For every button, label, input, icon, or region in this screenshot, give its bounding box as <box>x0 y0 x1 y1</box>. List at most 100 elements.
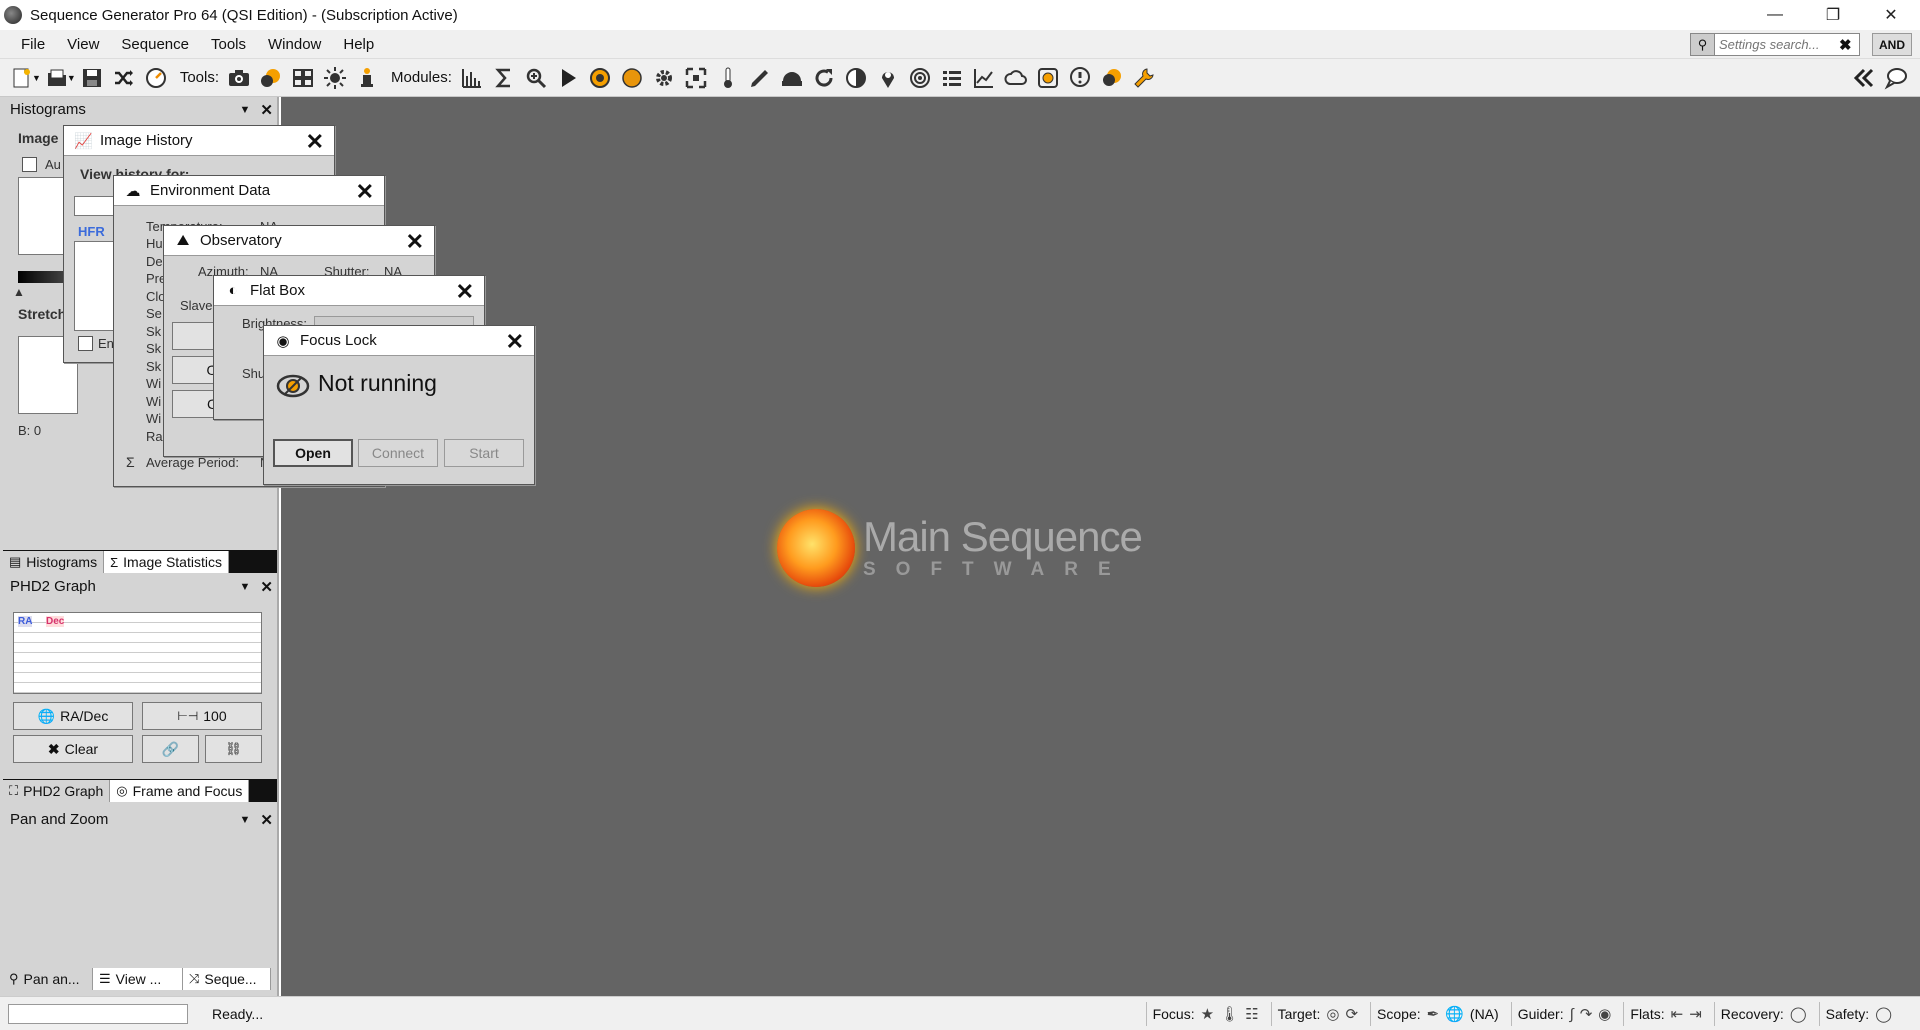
chart-icon[interactable] <box>968 62 1000 94</box>
open-button[interactable]: Open <box>273 439 353 467</box>
dropdown-arrow-icon-2[interactable]: ▼ <box>67 73 76 83</box>
star-icon[interactable]: ★ <box>1201 1005 1214 1023</box>
collapse-double-chevron-icon[interactable] <box>1848 62 1880 94</box>
focuser-icon[interactable]: ☷ <box>1245 1005 1258 1023</box>
lock-icon[interactable] <box>1032 62 1064 94</box>
telescope-icon[interactable]: ✒ <box>1427 1005 1440 1023</box>
eye-status-icon <box>276 374 310 398</box>
gauge-icon[interactable] <box>140 62 172 94</box>
sun-logo-icon <box>777 509 855 587</box>
camera-icon[interactable] <box>223 62 255 94</box>
panel-close-icon[interactable]: ✕ <box>260 578 273 596</box>
search-icon[interactable]: ⚲ <box>1691 34 1715 55</box>
recovery-indicator-icon[interactable]: ◯ <box>1790 1005 1807 1023</box>
phd2-panel-header: PHD2 Graph ▼ ✕ <box>3 575 277 598</box>
start-button[interactable]: Start <box>444 439 524 467</box>
save-icon[interactable] <box>76 62 108 94</box>
guider-status-label: Guider: <box>1517 1006 1564 1022</box>
refresh-icon[interactable] <box>808 62 840 94</box>
safety-indicator-icon[interactable]: ◯ <box>1875 1005 1892 1023</box>
globe-icon[interactable]: 🌐 <box>1445 1005 1464 1023</box>
panel-menu-chevron-icon[interactable]: ▼ <box>240 814 251 826</box>
shuffle-icon[interactable] <box>108 62 140 94</box>
magnify-icon[interactable] <box>520 62 552 94</box>
pin-icon[interactable] <box>872 62 904 94</box>
chat-bubble-icon[interactable] <box>1880 62 1912 94</box>
close-icon[interactable]: ✕ <box>506 329 524 355</box>
radec-button[interactable]: 🌐 RA/Dec <box>13 702 133 730</box>
thermometer-icon[interactable] <box>712 62 744 94</box>
scale-button[interactable]: ⊢⊣ 100 <box>142 702 262 730</box>
connect-button[interactable]: Connect <box>358 439 438 467</box>
settings-search-input[interactable] <box>1719 37 1837 52</box>
pen-icon[interactable] <box>744 62 776 94</box>
panel-close-icon[interactable]: ✕ <box>260 811 273 829</box>
guide-circle-icon[interactable]: ◉ <box>1598 1005 1611 1023</box>
and-toggle-button[interactable]: AND <box>1872 33 1912 56</box>
guide-snake-icon[interactable]: ∫ <box>1570 1006 1574 1023</box>
multi-star-icon[interactable] <box>255 62 287 94</box>
gear-icon[interactable] <box>648 62 680 94</box>
enable-checkbox[interactable] <box>78 336 93 351</box>
ball-icon[interactable] <box>1096 62 1128 94</box>
tab-phd2-graph[interactable]: ⛶ PHD2 Graph <box>3 780 111 802</box>
expand-icon[interactable] <box>680 62 712 94</box>
tab-frame-and-focus[interactable]: ◎ Frame and Focus <box>110 780 250 802</box>
tab-view[interactable]: ☰ View ... <box>93 968 183 990</box>
wrench-icon[interactable] <box>1128 62 1160 94</box>
thermometer-icon[interactable]: 🌡 <box>1220 1005 1239 1023</box>
target-status: Target: ◎ ⟳ <box>1270 1002 1370 1026</box>
contrast-icon[interactable] <box>840 62 872 94</box>
target-icon[interactable]: ◎ <box>1326 1005 1339 1023</box>
target-icon[interactable] <box>584 62 616 94</box>
close-icon[interactable]: ✕ <box>306 129 324 155</box>
flats-right-icon[interactable]: ⇥ <box>1689 1005 1702 1023</box>
tab-sequence[interactable]: ⤨ Seque... <box>183 968 271 990</box>
play-icon[interactable] <box>552 62 584 94</box>
dropper-icon[interactable] <box>351 62 383 94</box>
tab-histograms[interactable]: ▤ Histograms <box>3 551 105 573</box>
menu-help[interactable]: Help <box>332 30 385 59</box>
safety-status: Safety: ◯ <box>1818 1002 1904 1026</box>
menu-window[interactable]: Window <box>257 30 332 59</box>
black-point-slider-icon[interactable]: ▲ <box>13 285 25 299</box>
histogram-icon[interactable] <box>456 62 488 94</box>
close-icon[interactable]: ✕ <box>356 179 374 205</box>
sigma-icon[interactable] <box>488 62 520 94</box>
tab-pan-and-zoom[interactable]: ⚲ Pan an... <box>3 968 93 990</box>
tab-image-statistics[interactable]: Σ Image Statistics <box>104 551 229 573</box>
flats-left-icon[interactable]: ⇤ <box>1671 1005 1684 1023</box>
refresh-icon[interactable]: ⟳ <box>1345 1005 1358 1023</box>
cloud-icon[interactable] <box>1000 62 1032 94</box>
close-window-button[interactable]: ✕ <box>1862 0 1920 30</box>
disconnect-link-button[interactable]: ⛓ <box>205 735 262 763</box>
minimize-button[interactable]: — <box>1746 0 1804 30</box>
panel-menu-chevron-icon[interactable]: ▼ <box>240 104 251 116</box>
panel-menu-chevron-icon[interactable]: ▼ <box>240 581 251 593</box>
alert-icon[interactable] <box>1064 62 1096 94</box>
menu-tools[interactable]: Tools <box>200 30 257 59</box>
menu-bar: File View Sequence Tools Window Help ⚲ ✖… <box>0 30 1920 59</box>
menu-view[interactable]: View <box>56 30 110 59</box>
grid-icon[interactable] <box>287 62 319 94</box>
menu-file[interactable]: File <box>10 30 56 59</box>
wind-gust-label: Wi <box>146 394 162 409</box>
auto-checkbox[interactable] <box>22 157 37 172</box>
list-icon[interactable] <box>936 62 968 94</box>
sun-icon[interactable] <box>319 62 351 94</box>
phd2-graph: RA Dec <box>13 612 262 694</box>
focus-icon[interactable] <box>904 62 936 94</box>
circle-icon[interactable] <box>616 62 648 94</box>
clear-button[interactable]: ✖ Clear <box>13 735 133 763</box>
restore-button[interactable]: ❐ <box>1804 0 1862 30</box>
dome-icon[interactable] <box>776 62 808 94</box>
menu-sequence[interactable]: Sequence <box>110 30 200 59</box>
dither-icon[interactable]: ↷ <box>1580 1005 1593 1023</box>
close-icon[interactable]: ✕ <box>406 229 424 255</box>
close-icon[interactable]: ✕ <box>456 279 474 305</box>
clear-search-icon[interactable]: ✖ <box>1839 36 1852 54</box>
average-period-label: Average Period: <box>146 455 239 470</box>
panel-close-icon[interactable]: ✕ <box>260 101 273 119</box>
dropdown-arrow-icon[interactable]: ▼ <box>32 73 41 83</box>
connect-link-button[interactable]: 🔗 <box>142 735 199 763</box>
